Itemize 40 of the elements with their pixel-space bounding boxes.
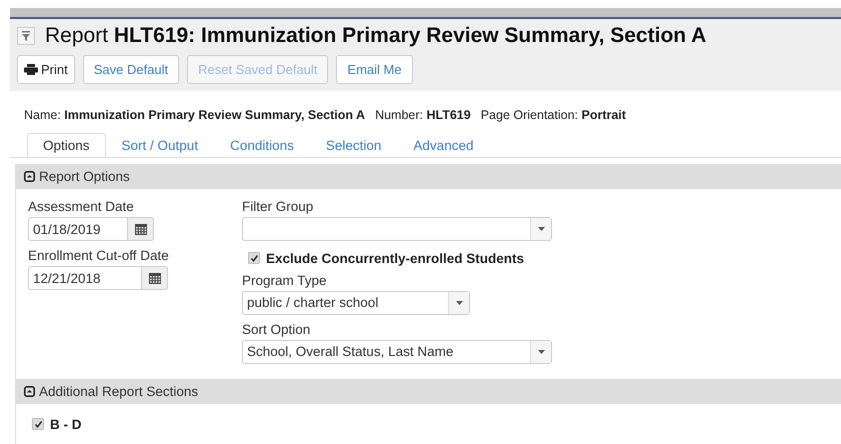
caret-icon [538,350,544,354]
checkbox[interactable] [248,252,260,264]
checkbox-label: Exclude Concurrently-enrolled Students [266,250,524,266]
date-field[interactable]: 01/18/2019 [28,217,128,241]
caret-icon [456,301,462,305]
date-field[interactable]: 12/21/2018 [28,266,142,290]
calendar-button[interactable] [142,266,168,290]
dropdown-field[interactable] [242,217,552,241]
action-button[interactable]: Save Default [82,55,180,84]
calendar-icon [148,272,160,284]
field-label: Enrollment Cut-off Date [28,247,170,265]
action-button[interactable]: Email Me [336,55,413,84]
collapse-icon[interactable] [24,386,35,397]
dropdown-field[interactable]: public / charter school [242,291,470,315]
tab[interactable]: Conditions [214,133,310,157]
tab[interactable]: Sort / Output [106,133,214,157]
collapse-icon[interactable] [24,171,35,182]
checkbox[interactable] [32,418,44,430]
info-text: Page Orientation: Portrait [480,108,626,124]
calendar-icon [134,224,146,234]
calendar-button[interactable] [128,217,154,241]
checkbox-label: B - D [50,416,82,432]
field-label: Filter Group [242,198,314,216]
info-text: Number: HLT619 [375,108,471,124]
print-button[interactable]: Print [17,55,75,84]
filter-button[interactable] [17,27,35,45]
dropdown-field[interactable]: School, Overall Status, Last Name [242,340,552,364]
filter-icon [22,31,30,41]
caret-icon [538,227,544,231]
tab[interactable]: Advanced [397,133,490,157]
printer-icon [24,64,38,75]
tab[interactable]: Selection [310,133,398,157]
section-title: Additional Report Sections [39,384,198,399]
section-title: Report Options [39,169,130,184]
info-text: Name: Immunization Primary Review Summary, Section A [24,108,366,124]
field-label: Assessment Date [28,198,135,216]
field-label: Sort Option [242,321,312,339]
tab[interactable]: Options [27,133,106,157]
field-label: Program Type [242,272,328,290]
report-title: Report HLT619: Immunization Primary Review Summary, Section A [45,24,706,48]
